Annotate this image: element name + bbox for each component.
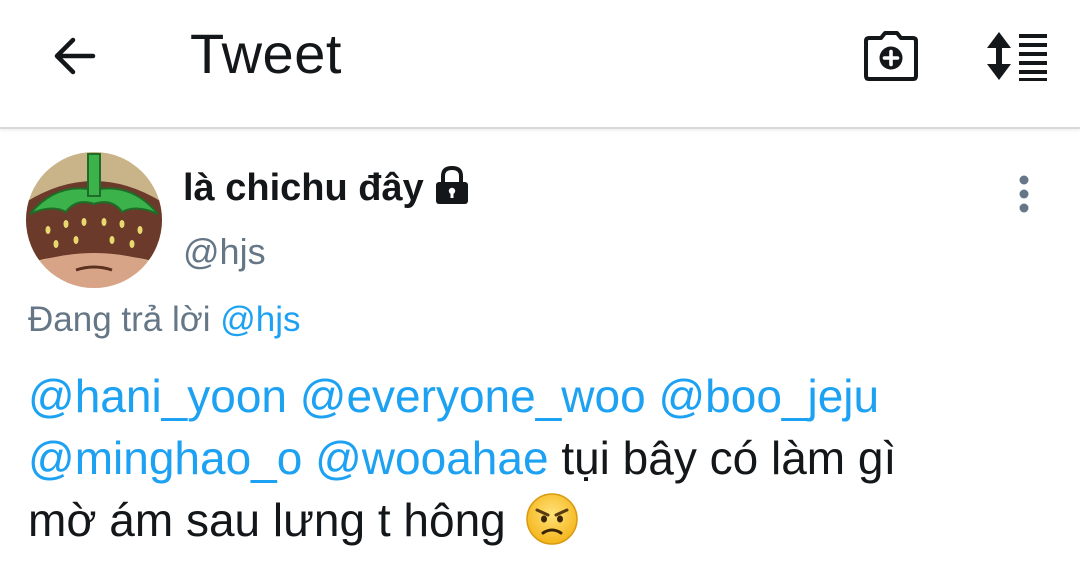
app-bar: Tweet	[0, 0, 1080, 129]
mention-link[interactable]: @hani_yoon	[28, 370, 287, 422]
replying-to: Đang trả lời @hjs	[28, 298, 300, 342]
mention-link[interactable]: @minghao_o	[28, 432, 302, 484]
camera-button[interactable]	[860, 26, 922, 86]
tweet-body-text: mờ ám sau lưng t hông	[28, 494, 506, 546]
mention-link[interactable]: @wooahae	[315, 432, 548, 484]
tweet-text: @hani_yoon @everyone_woo @boo_jeju @ming…	[28, 365, 1058, 551]
sort-order-icon	[987, 32, 1047, 81]
avatar[interactable]	[26, 152, 162, 288]
angry-face-emoji-icon	[525, 493, 578, 545]
tweet-line: @minghao_o @wooahae tụi bây có làm gì	[28, 427, 1058, 489]
tweet-line: mờ ám sau lưng t hông	[28, 489, 1058, 551]
tweet-line: @hani_yoon @everyone_woo @boo_jeju	[28, 365, 1058, 427]
replying-to-label: Đang trả lời	[28, 300, 211, 339]
display-name[interactable]: là chichu đây	[183, 166, 424, 210]
arrow-left-icon	[54, 37, 96, 75]
more-vertical-icon	[1019, 175, 1029, 213]
user-handle[interactable]: @hjs	[183, 230, 266, 274]
back-button[interactable]	[44, 26, 104, 86]
page-title: Tweet	[190, 22, 342, 85]
strawberry-avatar-image	[26, 152, 162, 288]
tweet-body-text: tụi bây có làm gì	[561, 432, 897, 484]
sort-button[interactable]	[980, 24, 1052, 88]
replying-to-mention[interactable]: @hjs	[220, 300, 300, 339]
more-options-button[interactable]	[1004, 170, 1044, 218]
lock-icon	[432, 164, 472, 208]
mention-link[interactable]: @everyone_woo	[300, 370, 646, 422]
camera-plus-icon	[864, 31, 918, 81]
mention-link[interactable]: @boo_jeju	[658, 370, 879, 422]
